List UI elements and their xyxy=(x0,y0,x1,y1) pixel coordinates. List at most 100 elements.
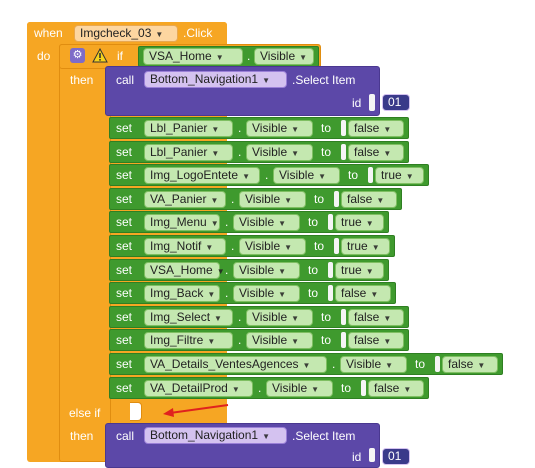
to-label: to xyxy=(415,357,426,371)
boolean-value-name: true xyxy=(341,263,362,277)
chevron-down-icon: ▼ xyxy=(214,314,222,323)
set-property-dropdown[interactable]: Visible ▼ xyxy=(246,144,313,161)
value-socket xyxy=(361,380,366,396)
set-block[interactable]: set VSA_Home ▼. Visible ▼ to true ▼ xyxy=(109,259,389,281)
value-socket xyxy=(341,309,346,325)
value-socket xyxy=(328,285,333,301)
chevron-down-icon: ▼ xyxy=(403,385,412,394)
set-block[interactable]: set Img_LogoEntete ▼. Visible ▼ to true ▼ xyxy=(109,164,429,186)
boolean-value-dropdown[interactable]: false ▼ xyxy=(348,120,404,137)
call-component-dropdown[interactable]: Bottom_Navigation1 ▼ xyxy=(144,71,287,88)
to-label: to xyxy=(348,168,359,182)
warning-icon[interactable] xyxy=(92,48,108,63)
set-property-dropdown[interactable]: Visible ▼ xyxy=(340,356,407,373)
boolean-value-dropdown[interactable]: false ▼ xyxy=(348,309,404,326)
set-component-dropdown[interactable]: Img_LogoEntete ▼ xyxy=(144,167,260,184)
call-label: call xyxy=(116,73,135,87)
chevron-down-icon: ▼ xyxy=(376,196,385,205)
chevron-down-icon: ▼ xyxy=(242,172,250,181)
boolean-value-dropdown[interactable]: true ▼ xyxy=(335,262,384,279)
condition-component-dropdown[interactable]: VSA_Home ▼ xyxy=(143,48,243,65)
set-component-dropdown[interactable]: VA_Panier ▼ xyxy=(144,191,226,208)
boolean-value-dropdown[interactable]: true ▼ xyxy=(335,214,384,231)
boolean-value-dropdown[interactable]: false ▼ xyxy=(368,380,424,397)
to-label: to xyxy=(308,286,319,300)
value-socket xyxy=(341,144,346,160)
set-block[interactable]: set Img_Filtre ▼. Visible ▼ to false ▼ xyxy=(109,329,409,351)
chevron-down-icon: ▼ xyxy=(205,243,214,252)
chevron-down-icon: ▼ xyxy=(210,196,219,205)
set-property-name: Visible xyxy=(279,168,315,182)
set-component-name: Img_Notif xyxy=(150,239,202,253)
set-property-dropdown[interactable]: Visible ▼ xyxy=(246,120,313,137)
set-component-dropdown[interactable]: Img_Notif ▼ xyxy=(144,238,226,255)
property-dot: . xyxy=(332,357,336,371)
property-dot: . xyxy=(265,168,269,182)
set-block[interactable]: set VA_Details_VentesAgences ▼. Visible ▼ to f… xyxy=(109,353,503,375)
set-property-dropdown[interactable]: Visible ▼ xyxy=(273,167,340,184)
set-property-dropdown[interactable]: Visible ▼ xyxy=(233,214,300,231)
set-block[interactable]: set VA_Panier ▼. Visible ▼ to false ▼ xyxy=(109,188,402,210)
set-property-dropdown[interactable]: Visible ▼ xyxy=(246,309,313,326)
event-component-dropdown[interactable]: Imgcheck_03 ▼ xyxy=(74,25,178,42)
set-component-name: Img_Filtre xyxy=(150,333,204,347)
set-block[interactable]: set Img_Back ▼. Visible ▼ to false ▼ xyxy=(109,282,396,304)
set-block[interactable]: set Lbl_Panier ▼. Visible ▼ to false ▼ xyxy=(109,117,409,139)
set-component-dropdown[interactable]: Img_Filtre ▼ xyxy=(144,332,233,349)
set-property-name: Visible xyxy=(252,310,288,324)
set-component-dropdown[interactable]: VA_DetailProd ▼ xyxy=(144,380,253,397)
set-component-name: VA_Panier xyxy=(150,192,207,206)
boolean-value-dropdown[interactable]: false ▼ xyxy=(442,356,498,373)
set-property-dropdown[interactable]: Visible ▼ xyxy=(266,380,333,397)
then-label-2: then xyxy=(70,429,94,443)
set-component-dropdown[interactable]: Img_Back ▼ xyxy=(144,285,220,302)
to-label: to xyxy=(341,381,352,395)
set-component-dropdown[interactable]: Lbl_Panier ▼ xyxy=(144,120,233,137)
set-component-name: VA_DetailProd xyxy=(150,381,228,395)
set-label: set xyxy=(116,310,133,324)
condition-property-dropdown[interactable]: Visible ▼ xyxy=(254,48,314,65)
set-component-dropdown[interactable]: VSA_Home ▼ xyxy=(144,262,225,279)
to-label: to xyxy=(308,215,319,229)
boolean-value-dropdown[interactable]: false ▼ xyxy=(341,191,397,208)
boolean-value-dropdown[interactable]: false ▼ xyxy=(348,144,404,161)
set-component-dropdown[interactable]: Lbl_Panier ▼ xyxy=(144,144,233,161)
else-if-empty-socket[interactable] xyxy=(130,402,142,421)
boolean-value-dropdown[interactable]: false ▼ xyxy=(348,332,404,349)
chevron-down-icon: ▼ xyxy=(207,290,216,299)
chevron-down-icon: ▼ xyxy=(371,243,380,252)
boolean-value-name: false xyxy=(374,381,400,395)
to-label: to xyxy=(321,121,332,135)
if-block[interactable] xyxy=(59,44,111,462)
set-property-dropdown[interactable]: Visible ▼ xyxy=(239,238,306,255)
set-block[interactable]: set VA_DetailProd ▼. Visible ▼ to false ▼ xyxy=(109,377,429,399)
boolean-value-dropdown[interactable]: true ▼ xyxy=(375,167,424,184)
set-component-dropdown[interactable]: VA_Details_VentesAgences ▼ xyxy=(144,356,327,373)
condition-component-name: VSA_Home xyxy=(149,49,212,63)
set-block[interactable]: set Img_Menu ▼. Visible ▼ to true ▼ xyxy=(109,211,389,233)
param-id-number[interactable]: 01 xyxy=(382,94,410,111)
gear-icon[interactable]: ⚙ xyxy=(70,48,85,63)
set-label: set xyxy=(116,263,133,277)
set-property-dropdown[interactable]: Visible ▼ xyxy=(233,285,300,302)
set-component-name: VSA_Home xyxy=(150,263,213,277)
chevron-down-icon: ▼ xyxy=(370,290,379,299)
value-socket xyxy=(368,167,373,183)
call-component-dropdown-2[interactable]: Bottom_Navigation1 ▼ xyxy=(144,427,287,444)
set-block[interactable]: set Lbl_Panier ▼. Visible ▼ to false ▼ xyxy=(109,141,409,163)
else-if-label: else if xyxy=(69,406,101,420)
set-component-dropdown[interactable]: Img_Select ▼ xyxy=(144,309,233,326)
boolean-value-dropdown[interactable]: true ▼ xyxy=(341,238,390,255)
param-id-number-2[interactable]: 01 xyxy=(382,448,410,465)
set-property-name: Visible xyxy=(239,286,275,300)
to-label: to xyxy=(308,263,319,277)
set-block[interactable]: set Img_Select ▼. Visible ▼ to false ▼ xyxy=(109,306,409,328)
set-property-dropdown[interactable]: Visible ▼ xyxy=(246,332,313,349)
set-property-dropdown[interactable]: Visible ▼ xyxy=(239,191,306,208)
boolean-value-dropdown[interactable]: false ▼ xyxy=(335,285,391,302)
set-property-name: Visible xyxy=(252,145,288,159)
set-block[interactable]: set Img_Notif ▼. Visible ▼ to true ▼ xyxy=(109,235,395,257)
set-component-dropdown[interactable]: Img_Menu ▼ xyxy=(144,214,220,231)
set-property-dropdown[interactable]: Visible ▼ xyxy=(233,262,300,279)
set-property-name: Visible xyxy=(272,381,308,395)
